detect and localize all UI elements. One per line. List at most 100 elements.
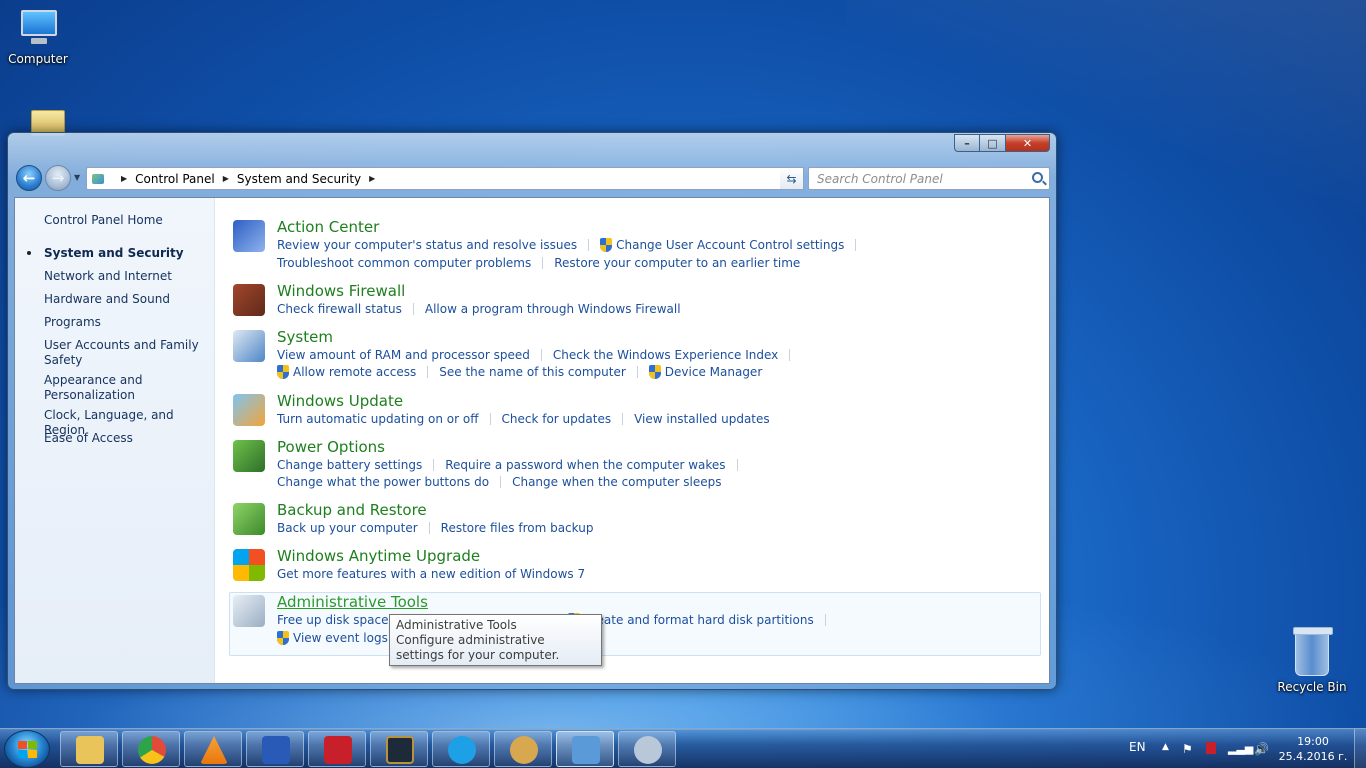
link-check-updates[interactable]: Check for updates — [502, 412, 612, 426]
breadcrumb-control-panel[interactable]: Control Panel — [135, 172, 215, 186]
sidebar-item-network-and-internet[interactable]: Network and Internet — [44, 269, 212, 284]
control-panel-window: – □ ✕ ← → ▼ ▶ Control Panel ▶ System and… — [7, 132, 1057, 690]
category-title[interactable]: Power Options — [277, 438, 385, 456]
taskbar-control-panel[interactable] — [556, 731, 614, 767]
link-event-logs[interactable]: View event logs — [277, 631, 388, 645]
tooltip: Administrative Tools Configure administr… — [389, 614, 602, 666]
ccleaner-icon — [324, 736, 352, 764]
taskbar-chrome[interactable] — [122, 731, 180, 767]
link-computer-name[interactable]: See the name of this computer — [439, 365, 626, 379]
link-review-status[interactable]: Review your computer's status and resolv… — [277, 238, 577, 252]
sidebar-item-programs[interactable]: Programs — [44, 315, 212, 330]
administrative-tools-icon — [233, 595, 265, 627]
link-label: Device Manager — [664, 365, 763, 379]
breadcrumb-system-and-security[interactable]: System and Security — [237, 172, 361, 186]
category-title[interactable]: Administrative Tools — [277, 593, 428, 611]
link-back-up[interactable]: Back up your computer — [277, 521, 418, 535]
recycle-bin-icon — [1293, 627, 1333, 676]
sidebar-item-hardware-and-sound[interactable]: Hardware and Sound — [44, 292, 212, 307]
system-tray: EN ▲ ⚑ ▂▃▅ 🔊 19:00 25.4.2016 г. — [1120, 729, 1366, 768]
taskbar-explorer[interactable] — [60, 731, 118, 767]
link-free-disk-space[interactable]: Free up disk space — [277, 613, 389, 627]
category-title[interactable]: Windows Update — [277, 392, 403, 410]
link-computer-sleeps[interactable]: Change when the computer sleeps — [512, 475, 721, 489]
language-indicator[interactable]: EN — [1129, 740, 1146, 754]
category-title[interactable]: Action Center — [277, 218, 379, 236]
category-title[interactable]: System — [277, 328, 333, 346]
desktop-icon-computer[interactable]: Computer — [0, 8, 78, 66]
paint-icon — [510, 736, 538, 764]
action-center-flag-icon[interactable]: ⚑ — [1182, 742, 1196, 756]
breadcrumb-arrow-icon[interactable]: ▶ — [223, 174, 229, 183]
taskbar-skype[interactable] — [432, 731, 490, 767]
link-label: Change User Account Control settings — [616, 238, 845, 252]
link-power-buttons[interactable]: Change what the power buttons do — [277, 475, 489, 489]
link-change-uac[interactable]: Change User Account Control settings — [600, 238, 844, 252]
clock[interactable]: 19:00 25.4.2016 г. — [1278, 734, 1348, 764]
sidebar-item-home[interactable]: Control Panel Home — [44, 213, 212, 228]
breadcrumb-arrow-icon[interactable]: ▶ — [121, 174, 127, 183]
taskbar-league[interactable] — [370, 731, 428, 767]
sidebar-item-ease-of-access[interactable]: Ease of Access — [44, 431, 212, 446]
category-title[interactable]: Windows Anytime Upgrade — [277, 547, 480, 565]
link-battery-settings[interactable]: Change battery settings — [277, 458, 422, 472]
show-hidden-icons-icon[interactable]: ▲ — [1162, 742, 1176, 756]
category-title[interactable]: Backup and Restore — [277, 501, 427, 519]
battery-icon[interactable] — [1206, 742, 1216, 754]
category-title[interactable]: Windows Firewall — [277, 282, 405, 300]
link-restore-files[interactable]: Restore files from backup — [441, 521, 594, 535]
taskbar-vlc[interactable] — [184, 731, 242, 767]
sidebar-item-user-accounts[interactable]: User Accounts and Family Safety — [44, 338, 212, 368]
maximize-button[interactable]: □ — [980, 134, 1006, 152]
uac-shield-icon — [277, 365, 289, 379]
link-restore-computer[interactable]: Restore your computer to an earlier time — [554, 256, 800, 270]
taskbar-ccleaner[interactable] — [308, 731, 366, 767]
recent-pages-dropdown[interactable]: ▼ — [74, 173, 80, 182]
network-signal-icon[interactable]: ▂▃▅ — [1228, 742, 1253, 756]
refresh-button[interactable]: ⇆ — [780, 167, 804, 190]
show-desktop-button[interactable] — [1354, 729, 1366, 768]
tooltip-title: Administrative Tools — [396, 618, 517, 632]
link-view-ram[interactable]: View amount of RAM and processor speed — [277, 348, 530, 362]
link-allow-program[interactable]: Allow a program through Windows Firewall — [425, 302, 681, 316]
link-experience-index[interactable]: Check the Windows Experience Index — [553, 348, 778, 362]
close-button[interactable]: ✕ — [1006, 134, 1050, 152]
link-check-firewall[interactable]: Check firewall status — [277, 302, 402, 316]
uac-shield-icon — [648, 365, 661, 379]
search-input[interactable]: Search Control Panel — [808, 167, 1050, 190]
sidebar-item-appearance[interactable]: Appearance and Personalization — [44, 373, 212, 403]
search-icon[interactable] — [1032, 172, 1043, 183]
control-panel-icon — [572, 736, 600, 764]
desktop-icon-recycle-bin[interactable]: Recycle Bin — [1272, 627, 1352, 694]
taskbar-snipping-tool[interactable] — [618, 731, 676, 767]
sidebar-item-system-and-security[interactable]: System and Security — [44, 246, 212, 261]
breadcrumb-arrow-icon[interactable]: ▶ — [369, 174, 375, 183]
volume-icon[interactable]: 🔊 — [1254, 742, 1269, 756]
link-label: View event logs — [293, 631, 388, 645]
skype-icon — [448, 736, 476, 764]
forward-button[interactable]: → — [45, 165, 71, 191]
taskbar-word[interactable] — [246, 731, 304, 767]
minimize-button[interactable]: – — [954, 134, 980, 152]
link-remote-access[interactable]: Allow remote access — [277, 365, 416, 379]
vlc-icon — [200, 736, 228, 764]
address-bar[interactable]: ▶ Control Panel ▶ System and Security ▶ … — [86, 167, 796, 190]
link-installed-updates[interactable]: View installed updates — [634, 412, 770, 426]
sidebar: Control Panel Home System and Security N… — [15, 198, 215, 683]
word-icon — [262, 736, 290, 764]
league-icon — [386, 736, 414, 764]
link-more-features[interactable]: Get more features with a new edition of … — [277, 567, 585, 581]
snipping-tool-icon — [634, 736, 662, 764]
back-button[interactable]: ← — [16, 165, 42, 191]
link-format-partitions[interactable]: Create and format hard disk partitions — [567, 613, 814, 627]
window-client-area: Control Panel Home System and Security N… — [14, 197, 1050, 684]
link-device-manager[interactable]: Device Manager — [648, 365, 763, 379]
link-troubleshoot[interactable]: Troubleshoot common computer problems — [277, 256, 531, 270]
clock-time: 19:00 — [1297, 735, 1329, 748]
link-require-password[interactable]: Require a password when the computer wak… — [445, 458, 725, 472]
link-automatic-updating[interactable]: Turn automatic updating on or off — [277, 412, 479, 426]
control-panel-icon — [91, 171, 109, 187]
start-button[interactable] — [4, 730, 50, 768]
refresh-icon: ⇆ — [786, 171, 797, 186]
taskbar-paint[interactable] — [494, 731, 552, 767]
